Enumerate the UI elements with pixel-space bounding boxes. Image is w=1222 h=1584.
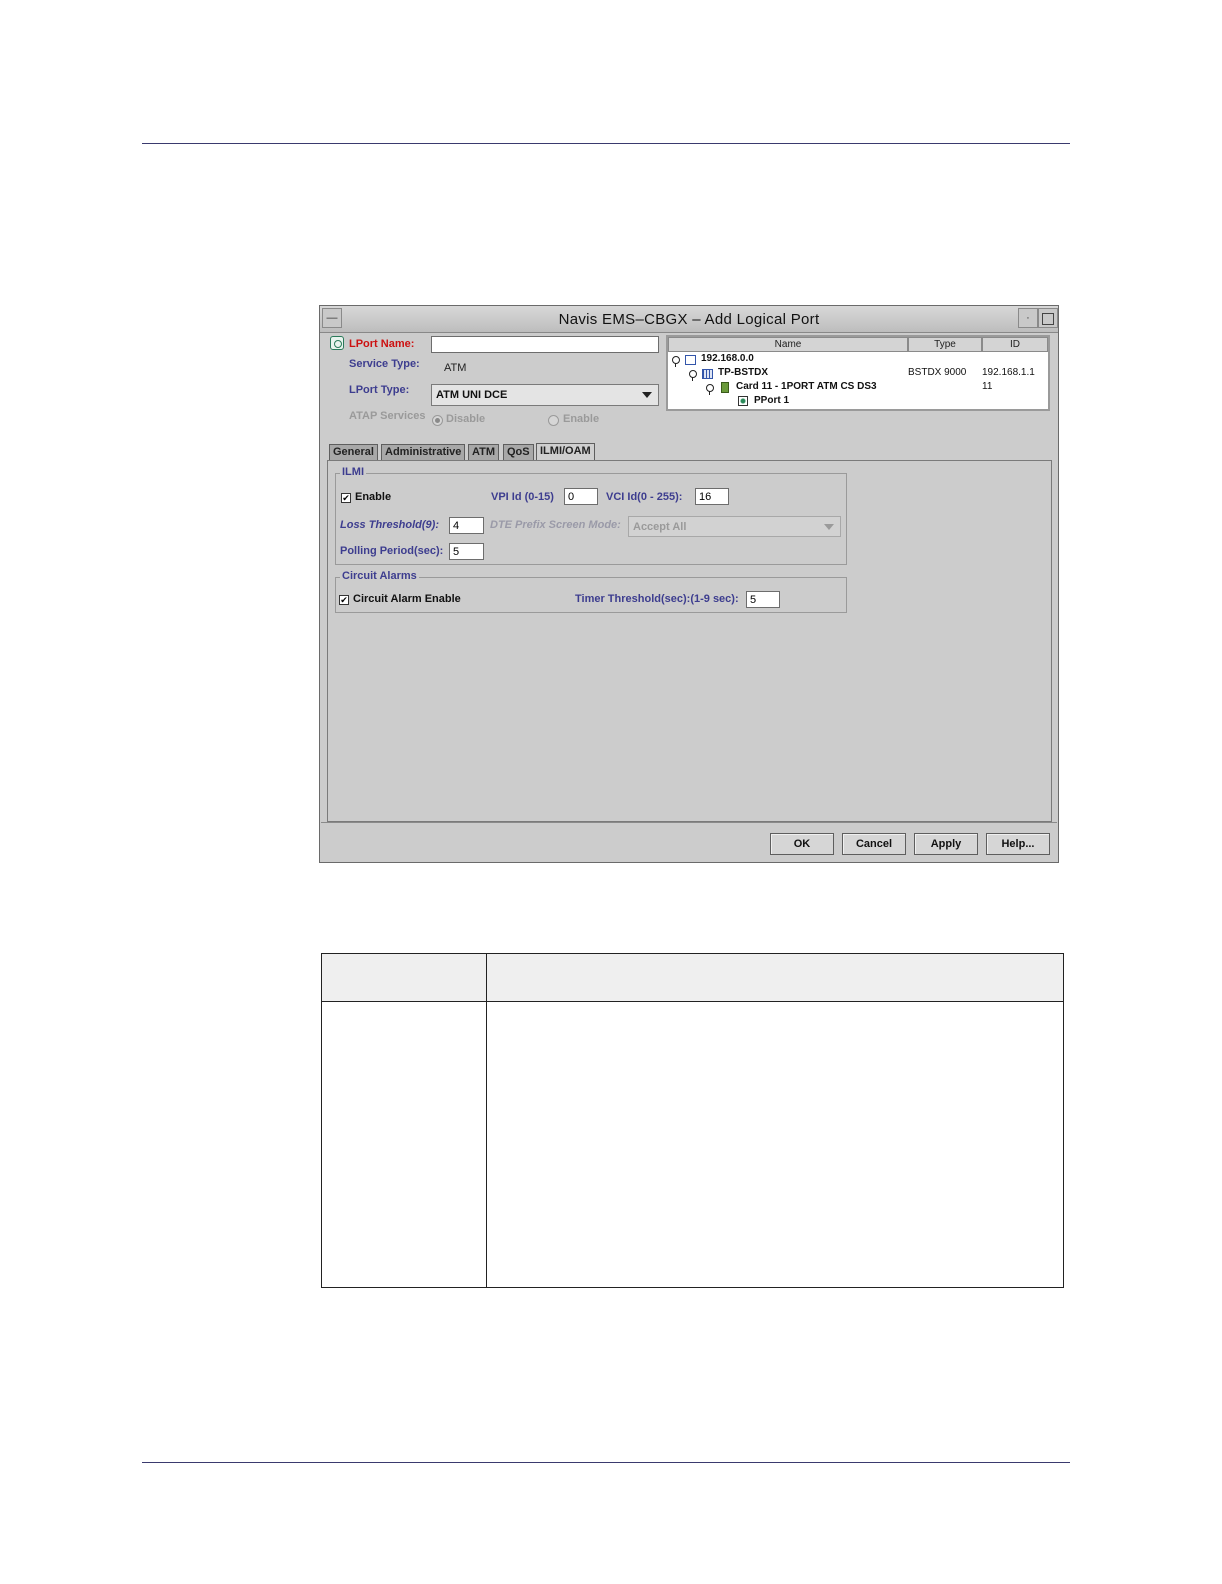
tree-row-switch[interactable]: TP-BSTDX [718, 367, 768, 378]
vpi-label: VPI Id (0-15) [491, 491, 554, 503]
add-logical-port-window: — Navis EMS–CBGX – Add Logical Port · LP… [319, 305, 1059, 863]
polling-period-input[interactable] [449, 543, 484, 560]
lport-type-value: ATM UNI DCE [436, 389, 508, 401]
loss-threshold-label: Loss Threshold(9): [340, 519, 440, 531]
tree-row-network[interactable]: 192.168.0.0 [701, 353, 754, 364]
atap-services-label: ATAP Services [349, 410, 426, 422]
loss-threshold-input[interactable] [449, 517, 484, 534]
circuit-alarms-group: Circuit Alarms ✔ Circuit Alarm Enable Ti… [335, 570, 847, 613]
tab-qos[interactable]: QoS [503, 444, 534, 460]
tab-atm[interactable]: ATM [468, 444, 500, 460]
minimize-button[interactable]: · [1018, 308, 1038, 328]
maximize-button[interactable] [1038, 308, 1058, 328]
service-type-label: Service Type: [349, 358, 420, 370]
atap-disable-label: Disable [446, 413, 486, 425]
timer-threshold-label: Timer Threshold(sec):(1-9 sec): [575, 593, 739, 605]
lport-name-input[interactable] [431, 336, 659, 353]
tree-col-type[interactable]: Type [908, 337, 982, 352]
tree-cell-type: BSTDX 9000 [908, 367, 967, 378]
circuit-alarms-title: Circuit Alarms [340, 570, 419, 582]
lport-icon [330, 336, 344, 350]
dte-prefix-value: Accept All [633, 521, 687, 533]
ilmi-group: ILMI ✔ Enable VPI Id (0-15) VCI Id(0 - 2… [335, 466, 847, 565]
ok-button[interactable]: OK [770, 833, 834, 855]
maximize-icon [1042, 313, 1054, 325]
button-separator [321, 822, 1057, 823]
window-title: Navis EMS–CBGX – Add Logical Port [558, 311, 820, 328]
tree-col-name[interactable]: Name [668, 337, 908, 352]
table-column-divider [486, 954, 487, 1287]
timer-threshold-input[interactable] [746, 591, 780, 608]
tab-general[interactable]: General [329, 444, 378, 460]
cancel-button[interactable]: Cancel [842, 833, 906, 855]
network-icon [685, 355, 696, 365]
tree-expand-pin-icon[interactable] [706, 384, 714, 395]
apply-button[interactable]: Apply [914, 833, 978, 855]
tab-administrative[interactable]: Administrative [381, 444, 466, 460]
lport-type-label: LPort Type: [349, 384, 410, 396]
tree-expand-pin-icon[interactable] [672, 356, 680, 367]
node-tree[interactable]: Name Type ID 192.168.0.0 TP-BSTDX BSTDX … [666, 335, 1050, 411]
switch-icon [702, 369, 713, 379]
vci-label: VCI Id(0 - 255): [606, 491, 683, 503]
table-header [322, 954, 1063, 1002]
chevron-down-icon [642, 392, 652, 398]
vpi-input[interactable] [564, 488, 598, 505]
polling-period-label: Polling Period(sec): [340, 545, 444, 557]
tree-row-card[interactable]: Card 11 - 1PORT ATM CS DS3 [736, 381, 877, 392]
ilmi-enable-checkbox[interactable]: ✔ [341, 493, 351, 503]
port-icon [738, 396, 748, 406]
title-bar: — Navis EMS–CBGX – Add Logical Port · [320, 306, 1058, 333]
header-rule [142, 143, 1070, 144]
tree-cell-id: 11 [982, 381, 993, 392]
atap-disable-radio[interactable] [432, 415, 443, 426]
field-description-table [321, 953, 1064, 1288]
tab-ilmi-oam[interactable]: ILMI/OAM [536, 443, 595, 461]
atap-enable-radio[interactable] [548, 415, 559, 426]
footer-rule [142, 1462, 1070, 1463]
circuit-alarm-label: Circuit Alarm Enable [353, 593, 461, 605]
card-icon [721, 382, 729, 393]
ilmi-group-title: ILMI [340, 466, 366, 478]
atap-enable-label: Enable [563, 413, 600, 425]
circuit-alarm-checkbox[interactable]: ✔ [339, 595, 349, 605]
lport-name-label: LPort Name: [349, 338, 415, 350]
dte-prefix-label: DTE Prefix Screen Mode: [490, 519, 621, 531]
tree-expand-pin-icon[interactable] [689, 370, 697, 381]
help-button[interactable]: Help... [986, 833, 1050, 855]
lport-type-select[interactable]: ATM UNI DCE [431, 384, 659, 406]
tree-row-port[interactable]: PPort 1 [754, 395, 789, 406]
ilmi-oam-panel: ILMI ✔ Enable VPI Id (0-15) VCI Id(0 - 2… [327, 460, 1052, 822]
tree-cell-id: 192.168.1.1 [982, 367, 1035, 378]
vci-input[interactable] [695, 488, 729, 505]
dte-prefix-select[interactable]: Accept All [628, 516, 841, 537]
ilmi-enable-label: Enable [355, 491, 392, 503]
chevron-down-icon [824, 524, 834, 530]
service-type-value: ATM [444, 362, 467, 374]
tree-col-id[interactable]: ID [982, 337, 1048, 352]
